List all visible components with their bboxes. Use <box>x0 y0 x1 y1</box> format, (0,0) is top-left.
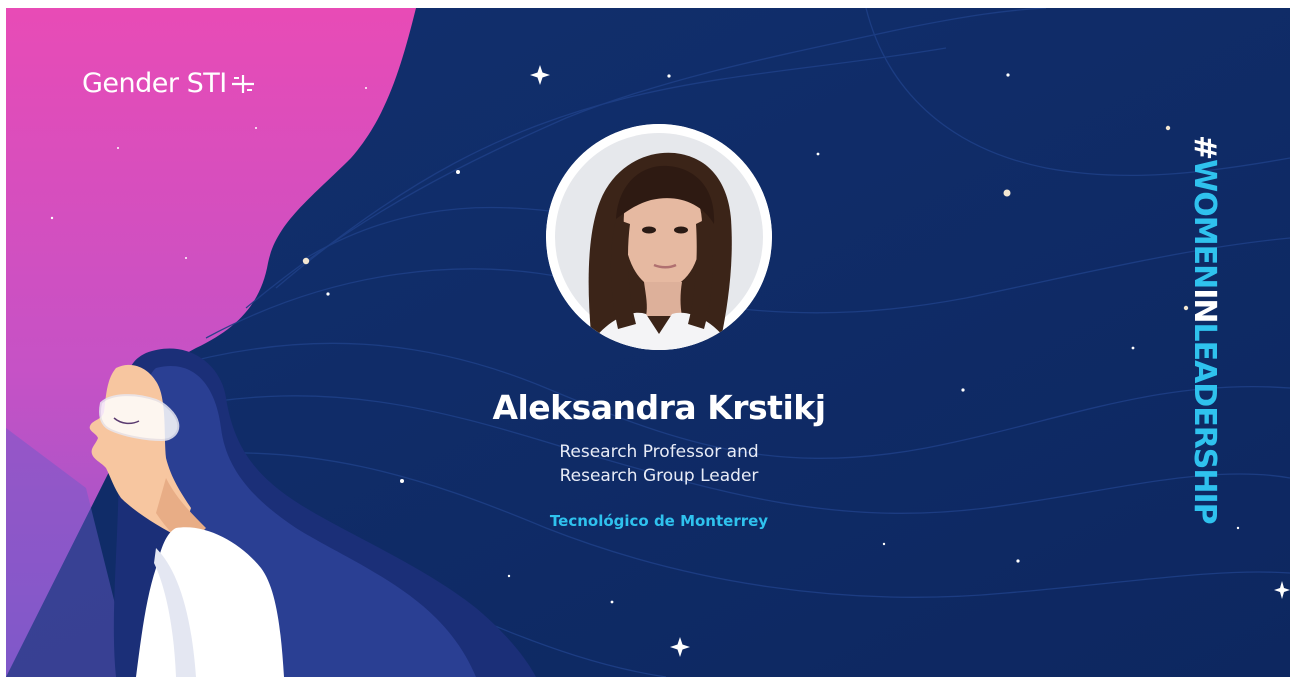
person-organization: Tecnológico de Monterrey <box>549 512 769 530</box>
hashtag-part-leadership: LEADERSHIP <box>1187 322 1222 524</box>
hashtag-part-women: WOMEN <box>1187 159 1222 289</box>
hashtag-women-in-leadership: #WOMENINLEADERSHIP <box>1184 135 1224 555</box>
hashtag-symbol: # <box>1187 135 1222 160</box>
plus-divider-icon <box>231 74 254 93</box>
brand-logo: Gender STI <box>82 68 256 99</box>
profile-photo <box>546 124 772 350</box>
role-line: Research Group Leader <box>559 466 759 486</box>
hashtag-part-in: IN <box>1187 288 1222 323</box>
person-role: Research Professor and Research Group Le… <box>459 440 859 488</box>
role-line: Research Professor and <box>559 442 759 462</box>
person-name: Aleksandra Krstikj <box>492 388 826 427</box>
banner: Gender STI Aleksandra Krstikj Research P… <box>6 8 1290 677</box>
brand-name: Gender STI <box>82 68 227 99</box>
